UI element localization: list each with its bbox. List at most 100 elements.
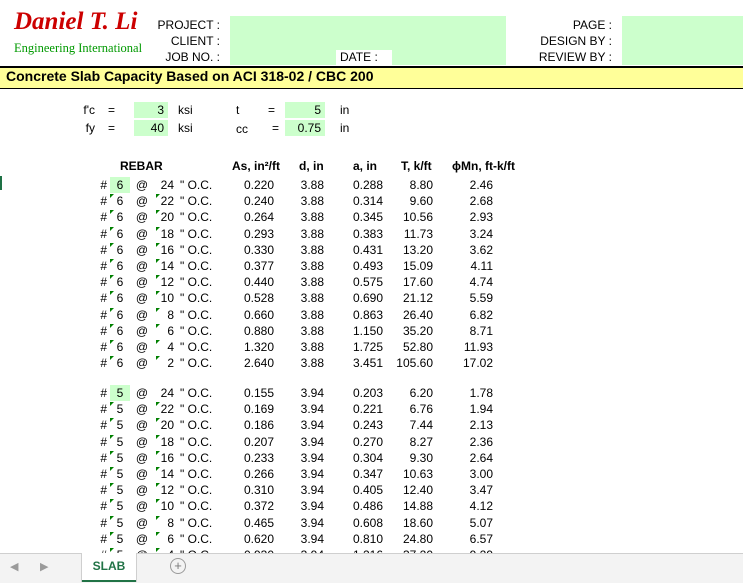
tension: 14.88 [402, 499, 433, 514]
comment-indicator-icon [156, 323, 160, 328]
rebar-at: @ [135, 531, 149, 546]
table-row: #6 @22 " O.C. 0.240 3.88 0.314 9.60 2.68 [0, 193, 743, 209]
comment-indicator-icon [110, 548, 114, 552]
comment-indicator-icon [156, 450, 160, 455]
fc-unit: ksi [178, 103, 193, 117]
comment-indicator-icon [156, 210, 160, 215]
page-design-review-input[interactable] [622, 16, 743, 65]
next-sheet-icon[interactable]: ▶ [40, 560, 48, 573]
rebar-oc: " O.C. [180, 210, 213, 225]
sheet-tab-slab[interactable]: SLAB [82, 553, 136, 582]
rebar-at: @ [135, 467, 149, 481]
rebar-hash: # [100, 210, 107, 225]
area-steel: 0.660 [243, 307, 274, 322]
rebar-at: @ [135, 386, 149, 400]
tension: 10.56 [402, 210, 433, 225]
comment-indicator-icon [110, 499, 114, 504]
block-depth: 0.347 [352, 467, 383, 481]
moment-capacity: 6.57 [469, 531, 493, 546]
block-depth: 0.486 [352, 499, 383, 514]
comment-indicator-icon [156, 483, 160, 488]
table-row: #5 @18 " O.C. 0.207 3.94 0.270 8.27 2.36 [0, 434, 743, 450]
table-row: #5 @16 " O.C. 0.233 3.94 0.304 9.30 2.64 [0, 450, 743, 466]
rebar-oc: " O.C. [180, 307, 213, 322]
depth: 3.88 [300, 307, 324, 322]
area-steel: 0.233 [243, 450, 274, 465]
depth: 3.94 [300, 434, 324, 449]
date-input[interactable] [392, 50, 506, 65]
rebar-hash: # [100, 434, 107, 449]
block-depth: 0.243 [352, 418, 383, 433]
area-steel: 1.320 [243, 340, 274, 354]
rebar-oc: " O.C. [180, 434, 213, 449]
depth: 3.94 [300, 515, 324, 530]
date-label: DATE : [340, 50, 378, 64]
rebar-oc: " O.C. [180, 499, 213, 514]
rebar-oc: " O.C. [180, 242, 213, 257]
fc-input[interactable]: 3 [134, 102, 168, 118]
rebar-hash: # [100, 178, 107, 192]
block-depth: 0.575 [352, 275, 383, 290]
comment-indicator-icon [156, 434, 160, 439]
area-steel: 0.880 [243, 323, 274, 338]
project-client-input[interactable] [230, 16, 506, 50]
col-header-mn: ϕMn, ft-k/ft [452, 159, 515, 173]
moment-capacity: 2.13 [469, 418, 493, 433]
area-steel: 0.220 [243, 178, 274, 192]
block-depth: 0.383 [352, 226, 383, 241]
rebar-hash: # [100, 340, 107, 354]
table-row: #5 @6 " O.C. 0.620 3.94 0.810 24.80 6.57 [0, 531, 743, 547]
rebar-oc: " O.C. [180, 531, 213, 546]
block-depth: 0.431 [352, 242, 383, 257]
comment-indicator-icon [110, 226, 114, 231]
block-depth: 0.270 [352, 434, 383, 449]
fc-label: f'c [83, 103, 95, 117]
t-input[interactable]: 5 [285, 102, 325, 118]
depth: 3.88 [300, 356, 324, 371]
rebar-at: @ [135, 323, 149, 338]
tension: 18.60 [402, 515, 433, 530]
fc-equals: = [108, 103, 116, 117]
depth: 3.88 [300, 275, 324, 290]
comment-indicator-icon [156, 259, 160, 263]
depth: 3.94 [300, 531, 324, 546]
rebar-hash: # [100, 307, 107, 322]
comment-indicator-icon [110, 531, 114, 536]
rebar-oc: " O.C. [180, 450, 213, 465]
jobno-input[interactable] [230, 50, 336, 65]
rebar-size[interactable]: 6 [110, 177, 130, 193]
block-depth: 0.863 [352, 307, 383, 322]
rebar-oc: " O.C. [180, 178, 213, 192]
comment-indicator-icon [110, 515, 114, 520]
rebar-at: @ [135, 483, 149, 498]
area-steel: 0.207 [243, 434, 274, 449]
table-row: #5 @22 " O.C. 0.169 3.94 0.221 6.76 1.94 [0, 401, 743, 417]
rebar-size[interactable]: 5 [110, 385, 130, 401]
fy-input[interactable]: 40 [134, 120, 168, 136]
moment-capacity: 3.24 [469, 226, 493, 241]
cc-input[interactable]: 0.75 [285, 120, 325, 136]
area-steel: 0.465 [243, 515, 274, 530]
tension: 15.09 [402, 259, 433, 273]
comment-indicator-icon [156, 548, 160, 552]
add-sheet-icon[interactable]: + [170, 558, 186, 574]
col-header-as: As, in²/ft [232, 159, 280, 173]
rebar-at: @ [135, 178, 149, 192]
moment-capacity: 2.64 [469, 450, 493, 465]
comment-indicator-icon [156, 515, 160, 520]
prev-sheet-icon[interactable]: ◀ [10, 560, 18, 573]
comment-indicator-icon [110, 434, 114, 439]
rebar-at: @ [135, 210, 149, 225]
comment-indicator-icon [156, 242, 160, 247]
moment-capacity: 8.71 [469, 323, 493, 338]
tension: 6.20 [409, 386, 433, 400]
rebar-at: @ [135, 291, 149, 306]
comment-indicator-icon [156, 226, 160, 231]
comment-indicator-icon [156, 307, 160, 312]
area-steel: 0.264 [243, 210, 274, 225]
moment-capacity: 17.02 [462, 356, 493, 371]
tension: 8.80 [409, 178, 433, 192]
comment-indicator-icon [110, 340, 114, 344]
rebar-oc: " O.C. [180, 483, 213, 498]
rebar-hash: # [100, 402, 107, 417]
